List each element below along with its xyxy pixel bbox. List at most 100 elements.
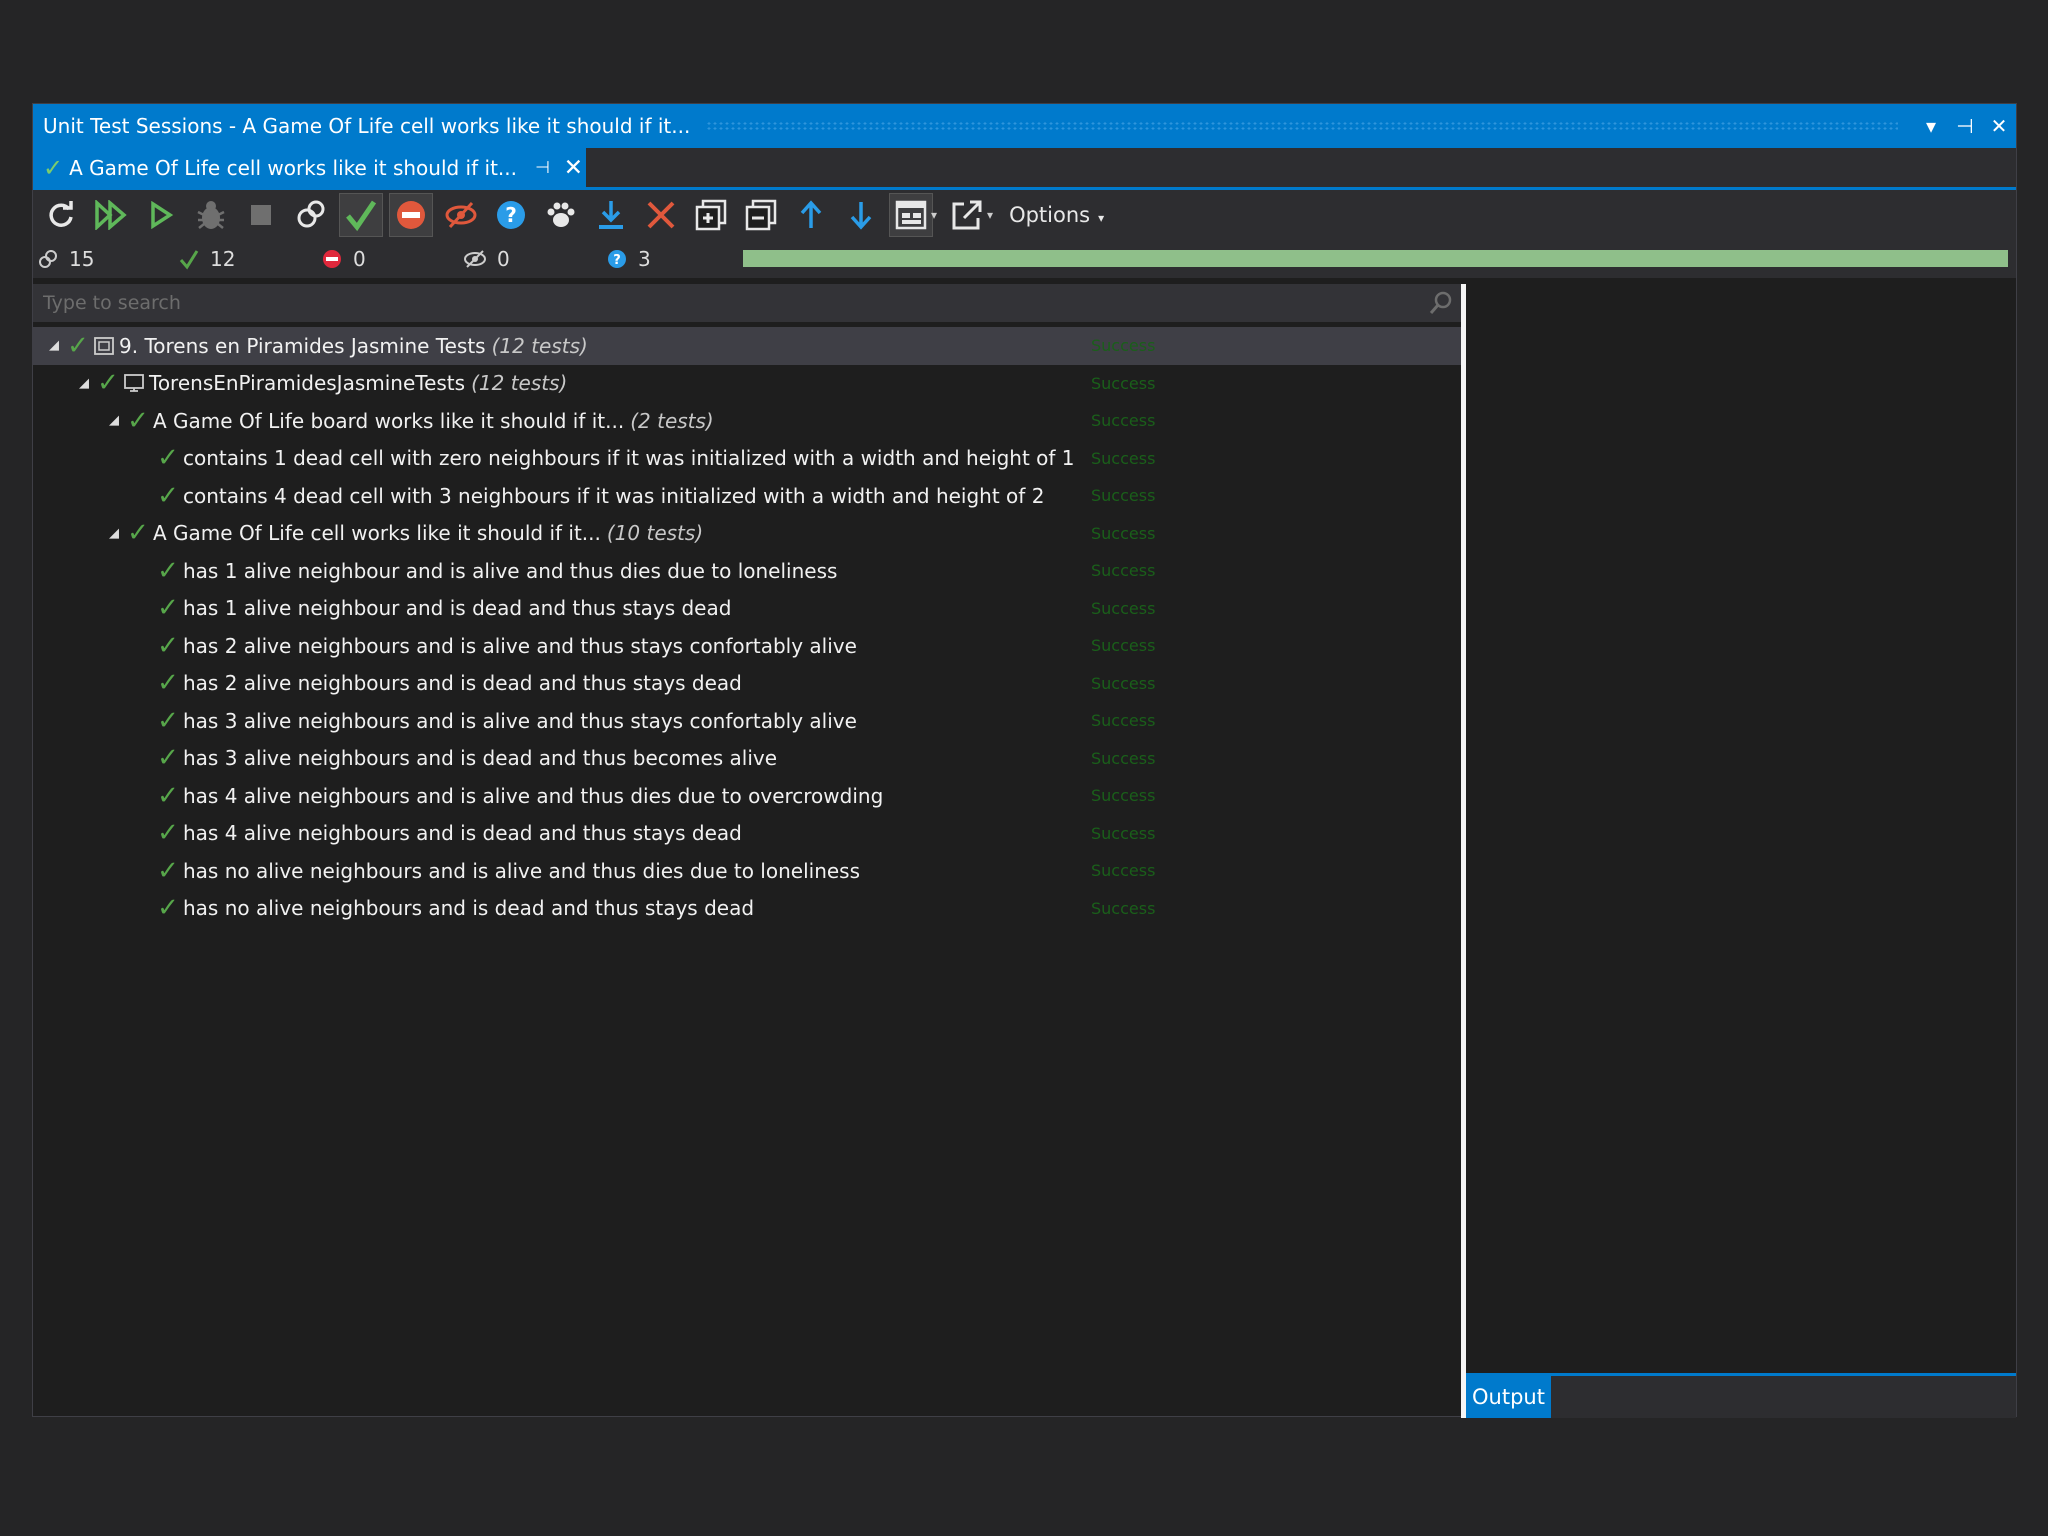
passed-check-icon: ✓ [157,743,179,774]
show-ignored-filter-button[interactable] [439,193,483,237]
test-row[interactable]: ✓ has 2 alive neighbours and is alive an… [33,627,1461,665]
open-external-button[interactable] [945,193,989,237]
ignored-count-value: 0 [497,247,510,271]
tree-row-label: A Game Of Life cell works like it should… [153,521,601,546]
tree-row-count: (12 tests) [471,371,568,396]
show-passed-filter-button[interactable] [339,193,383,237]
open-external-icon [952,200,982,230]
failed-count[interactable]: 0 [321,240,366,278]
show-failed-filter-button[interactable] [389,193,433,237]
next-test-button[interactable] [839,193,883,237]
export-button[interactable] [589,193,633,237]
search-icon[interactable] [1421,290,1461,316]
passed-check-icon: ✓ [157,705,179,736]
output-tab[interactable]: Output [1466,1376,1551,1418]
run-button[interactable] [139,193,183,237]
status-label: Success [1091,486,1156,506]
collapse-arrow-icon[interactable]: ◢ [75,376,93,391]
tree-row-count: (10 tests) [606,521,704,546]
test-row[interactable]: ✓ has no alive neighbours and is dead an… [33,890,1461,928]
remove-tests-button[interactable] [639,193,683,237]
collapse-arrow-icon[interactable]: ◢ [45,338,63,353]
debug-button[interactable] [189,193,233,237]
tree-row-label: 9. Torens en Piramides Jasmine Tests [119,333,486,358]
status-label: Success [1091,373,1156,393]
show-all-filter-button[interactable] [289,193,333,237]
passed-count[interactable]: 12 [178,240,235,278]
collapse-arrow-icon[interactable]: ◢ [105,413,123,428]
status-label: Success [1091,411,1156,431]
tree-row-cell-group[interactable]: ◢ ✓ A Game Of Life cell works like it sh… [33,515,1461,553]
show-inconclusive-icon: ? [497,201,525,229]
window-pin-button[interactable]: ⊣ [1948,114,1982,138]
tab-close-button[interactable]: ✕ [564,155,583,181]
layout-icon [895,200,927,230]
run-all-icon [95,200,127,230]
layout-dropdown-arrow[interactable]: ▾ [931,208,937,222]
passed-icon [178,248,200,270]
previous-test-button[interactable] [789,193,833,237]
test-row[interactable]: ✓ contains 4 dead cell with 3 neighbours… [33,477,1461,515]
passed-check-icon: ✓ [127,518,149,549]
test-row[interactable]: ✓ has 3 alive neighbours and is dead and… [33,740,1461,778]
test-label: has 3 alive neighbours and is dead and t… [183,746,778,771]
status-label: Success [1091,823,1156,843]
collapse-all-button[interactable] [739,193,783,237]
tab-pin-button[interactable]: ⊣ [535,158,550,178]
tree-row-suite[interactable]: ◢ ✓ TorensEnPiramidesJasmineTests (12 te… [33,365,1461,403]
options-menu[interactable]: Options ▾ [1009,203,1104,227]
failed-count-value: 0 [353,247,366,271]
session-tab-label: A Game Of Life cell works like it should… [69,155,517,180]
inconclusive-count[interactable]: ? 3 [606,240,651,278]
test-label: contains 4 dead cell with 3 neighbours i… [183,483,1045,508]
tree-row-board-group[interactable]: ◢ ✓ A Game Of Life board works like it s… [33,402,1461,440]
test-row[interactable]: ✓ contains 1 dead cell with zero neighbo… [33,440,1461,478]
passed-check-icon: ✓ [157,443,179,474]
passed-check-icon: ✓ [127,405,149,436]
session-tabstrip: ✓ A Game Of Life cell works like it shou… [33,148,2016,190]
test-row[interactable]: ✓ has 3 alive neighbours and is alive an… [33,702,1461,740]
window-dropdown-button[interactable]: ▾ [1914,114,1948,138]
svg-text:?: ? [505,203,517,227]
refresh-icon [49,201,73,227]
status-label: Success [1091,673,1156,693]
session-toolbar: ? ▾ ▾ Options ▾ [33,190,2016,240]
titlebar-grip[interactable] [706,121,1898,131]
passed-check-icon: ✓ [157,855,179,886]
layout-button[interactable] [889,193,933,237]
show-inconclusive-filter-button[interactable]: ? [489,193,533,237]
tree-row-count: (12 tests) [491,333,588,358]
test-row[interactable]: ✓ has no alive neighbours and is alive a… [33,852,1461,890]
test-label: has 4 alive neighbours and is alive and … [183,783,884,808]
test-label: has 1 alive neighbour and is dead and th… [183,596,732,621]
test-row[interactable]: ✓ has 1 alive neighbour and is alive and… [33,552,1461,590]
test-row[interactable]: ✓ has 4 alive neighbours and is alive an… [33,777,1461,815]
session-tab[interactable]: ✓ A Game Of Life cell works like it shou… [33,148,586,187]
test-row[interactable]: ✓ has 2 alive neighbours and is dead and… [33,665,1461,703]
ignored-count[interactable]: 0 [463,240,510,278]
tree-row-project[interactable]: ◢ ✓ 9. Torens en Piramides Jasmine Tests… [33,327,1461,365]
run-all-button[interactable] [89,193,133,237]
collapse-arrow-icon[interactable]: ◢ [105,526,123,541]
stop-button[interactable] [239,193,283,237]
window-close-button[interactable]: ✕ [1982,114,2016,138]
refresh-button[interactable] [39,193,83,237]
passed-check-icon: ✓ [97,368,119,399]
search-input[interactable] [33,291,1421,315]
open-external-dropdown-arrow[interactable]: ▾ [987,208,993,222]
ignored-icon [463,248,487,270]
passed-check-icon: ✓ [157,480,179,511]
search-box [33,284,1461,322]
track-running-test-button[interactable] [539,193,583,237]
test-row[interactable]: ✓ has 4 alive neighbours and is dead and… [33,815,1461,853]
show-passed-icon [346,200,377,232]
export-icon [599,201,623,229]
total-count[interactable]: 15 [37,240,94,278]
passed-check-icon: ✓ [157,818,179,849]
expand-all-button[interactable] [689,193,733,237]
test-row[interactable]: ✓ has 1 alive neighbour and is dead and … [33,590,1461,628]
window-titlebar: Unit Test Sessions - A Game Of Life cell… [33,104,2016,148]
passed-check-icon: ✓ [67,330,89,361]
test-label: has 3 alive neighbours and is alive and … [183,708,857,733]
passed-check-icon: ✓ [157,593,179,624]
